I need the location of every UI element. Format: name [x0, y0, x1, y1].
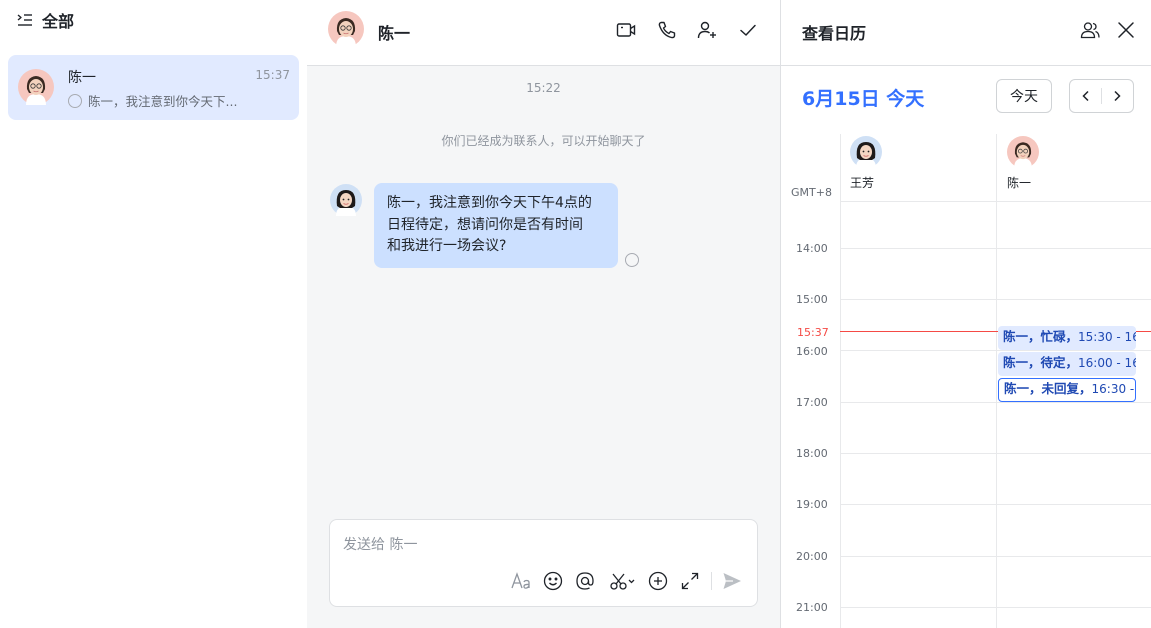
grid-row-line	[840, 504, 1151, 505]
date-nav-group	[1069, 79, 1134, 113]
prev-day-button[interactable]	[1070, 80, 1101, 112]
event-title: 陈一，忙碌，	[1003, 329, 1079, 344]
grid-row-line	[840, 299, 1151, 300]
message-line: 日程待定，想请问你是否有时间	[387, 216, 583, 233]
unread-status-icon	[68, 93, 82, 108]
hour-label: 15:00	[796, 293, 828, 306]
check-done-icon[interactable]	[737, 19, 759, 41]
event-time: 15:30 - 16:00	[1078, 330, 1136, 344]
person-name: 陈一	[1007, 176, 1032, 190]
grid-row-line	[840, 607, 1151, 608]
send-icon[interactable]	[721, 570, 743, 592]
grid-row-line	[840, 556, 1151, 557]
avatar	[1007, 136, 1039, 168]
timezone-label: GMT+8	[791, 186, 832, 199]
hour-label: 20:00	[796, 550, 828, 563]
people-icon[interactable]	[1079, 19, 1101, 41]
conversation-preview: 陈一，我注意到你今天下...	[68, 91, 237, 110]
emoji-icon[interactable]	[542, 570, 564, 592]
calendar-person-chenyi[interactable]: 陈一	[997, 136, 1117, 196]
text-format-icon[interactable]	[510, 570, 532, 592]
preview-text: 陈一，我注意到你今天下...	[88, 94, 238, 109]
hour-label: 18:00	[796, 447, 828, 460]
grid-row-line	[840, 350, 1151, 351]
hour-label: 14:00	[796, 242, 828, 255]
chat-header: 陈一	[307, 0, 780, 66]
grid-row-line	[840, 453, 1151, 454]
contact-avatar[interactable]	[328, 11, 364, 47]
conversation-time: 15:37	[255, 68, 290, 82]
close-icon[interactable]	[1115, 19, 1137, 41]
screenshot-scissors-icon[interactable]	[609, 570, 639, 592]
today-button[interactable]: 今天	[996, 79, 1052, 113]
mention-icon[interactable]	[574, 570, 596, 592]
toolbar-divider	[711, 572, 712, 590]
add-attachment-icon[interactable]	[647, 570, 669, 592]
video-call-icon[interactable]	[615, 19, 637, 41]
person-name: 王芳	[850, 176, 875, 190]
expand-icon[interactable]	[679, 570, 701, 592]
grid-column-line	[996, 134, 997, 628]
read-status-icon	[625, 253, 639, 267]
message-line: 和我进行一场会议?	[387, 238, 507, 254]
system-message: 你们已经成为联系人，可以开始聊天了	[441, 134, 646, 148]
sidebar-title: 全部	[42, 12, 75, 31]
avatar	[18, 69, 54, 105]
event-time: 16:00 - 16:30	[1078, 356, 1136, 370]
next-day-button[interactable]	[1102, 80, 1133, 112]
event-title: 陈一，未回复，	[1004, 381, 1092, 396]
current-time-label: 15:37	[797, 326, 829, 339]
conversation-item[interactable]: 陈一 15:37 陈一，我注意到你今天下...	[8, 55, 299, 120]
avatar	[850, 136, 882, 168]
message-line: 陈一，我注意到你今天下午4点的	[387, 195, 592, 211]
hour-label: 21:00	[796, 601, 828, 614]
grid-row-line	[840, 402, 1151, 403]
collapse-list-icon[interactable]	[16, 11, 34, 29]
calendar-event-tentative[interactable]: 陈一，待定，16:00 - 16:30	[998, 352, 1136, 376]
hour-label: 19:00	[796, 498, 828, 511]
hour-label: 17:00	[796, 396, 828, 409]
chat-panel: 陈一 15:22 你们已经成为联系人，可以开始聊天了 陈一，我注意到你今天下午4…	[307, 0, 780, 628]
message-composer	[329, 519, 758, 607]
phone-call-icon[interactable]	[656, 19, 678, 41]
sender-avatar[interactable]	[330, 184, 362, 216]
add-member-icon[interactable]	[696, 19, 718, 41]
grid-row-line	[840, 201, 1151, 202]
conversation-name: 陈一	[68, 70, 96, 86]
app-window: 全部 陈一 15:37 陈一，我注意到你今天下... 陈一 15:22 你们已经…	[0, 0, 1151, 628]
contact-name: 陈一	[378, 24, 411, 43]
event-time: 16:30 - 17:00	[1091, 382, 1135, 396]
current-date: 6月15日 今天	[802, 88, 925, 110]
calendar-panel: 查看日历 6月15日 今天 今天 王芳 陈一 GMT+8 14:00 15:00…	[780, 0, 1151, 628]
calendar-event-busy[interactable]: 陈一，忙碌，15:30 - 16:00	[998, 326, 1136, 350]
calendar-person-wangfang[interactable]: 王芳	[840, 136, 960, 196]
conversation-sidebar: 全部 陈一 15:37 陈一，我注意到你今天下...	[0, 0, 307, 628]
calendar-header: 查看日历	[781, 0, 1151, 66]
event-title: 陈一，待定，	[1003, 355, 1079, 370]
calendar-event-pending[interactable]: 陈一，未回复，16:30 - 17:00	[998, 378, 1136, 402]
message-input[interactable]	[343, 534, 743, 556]
grid-row-line	[840, 248, 1151, 249]
calendar-title: 查看日历	[802, 24, 867, 43]
grid-column-line	[840, 134, 841, 628]
hour-label: 16:00	[796, 345, 828, 358]
time-divider: 15:22	[526, 81, 561, 95]
sidebar-header: 全部	[16, 8, 74, 32]
message-bubble[interactable]: 陈一，我注意到你今天下午4点的 日程待定，想请问你是否有时间 和我进行一场会议?	[374, 183, 618, 268]
